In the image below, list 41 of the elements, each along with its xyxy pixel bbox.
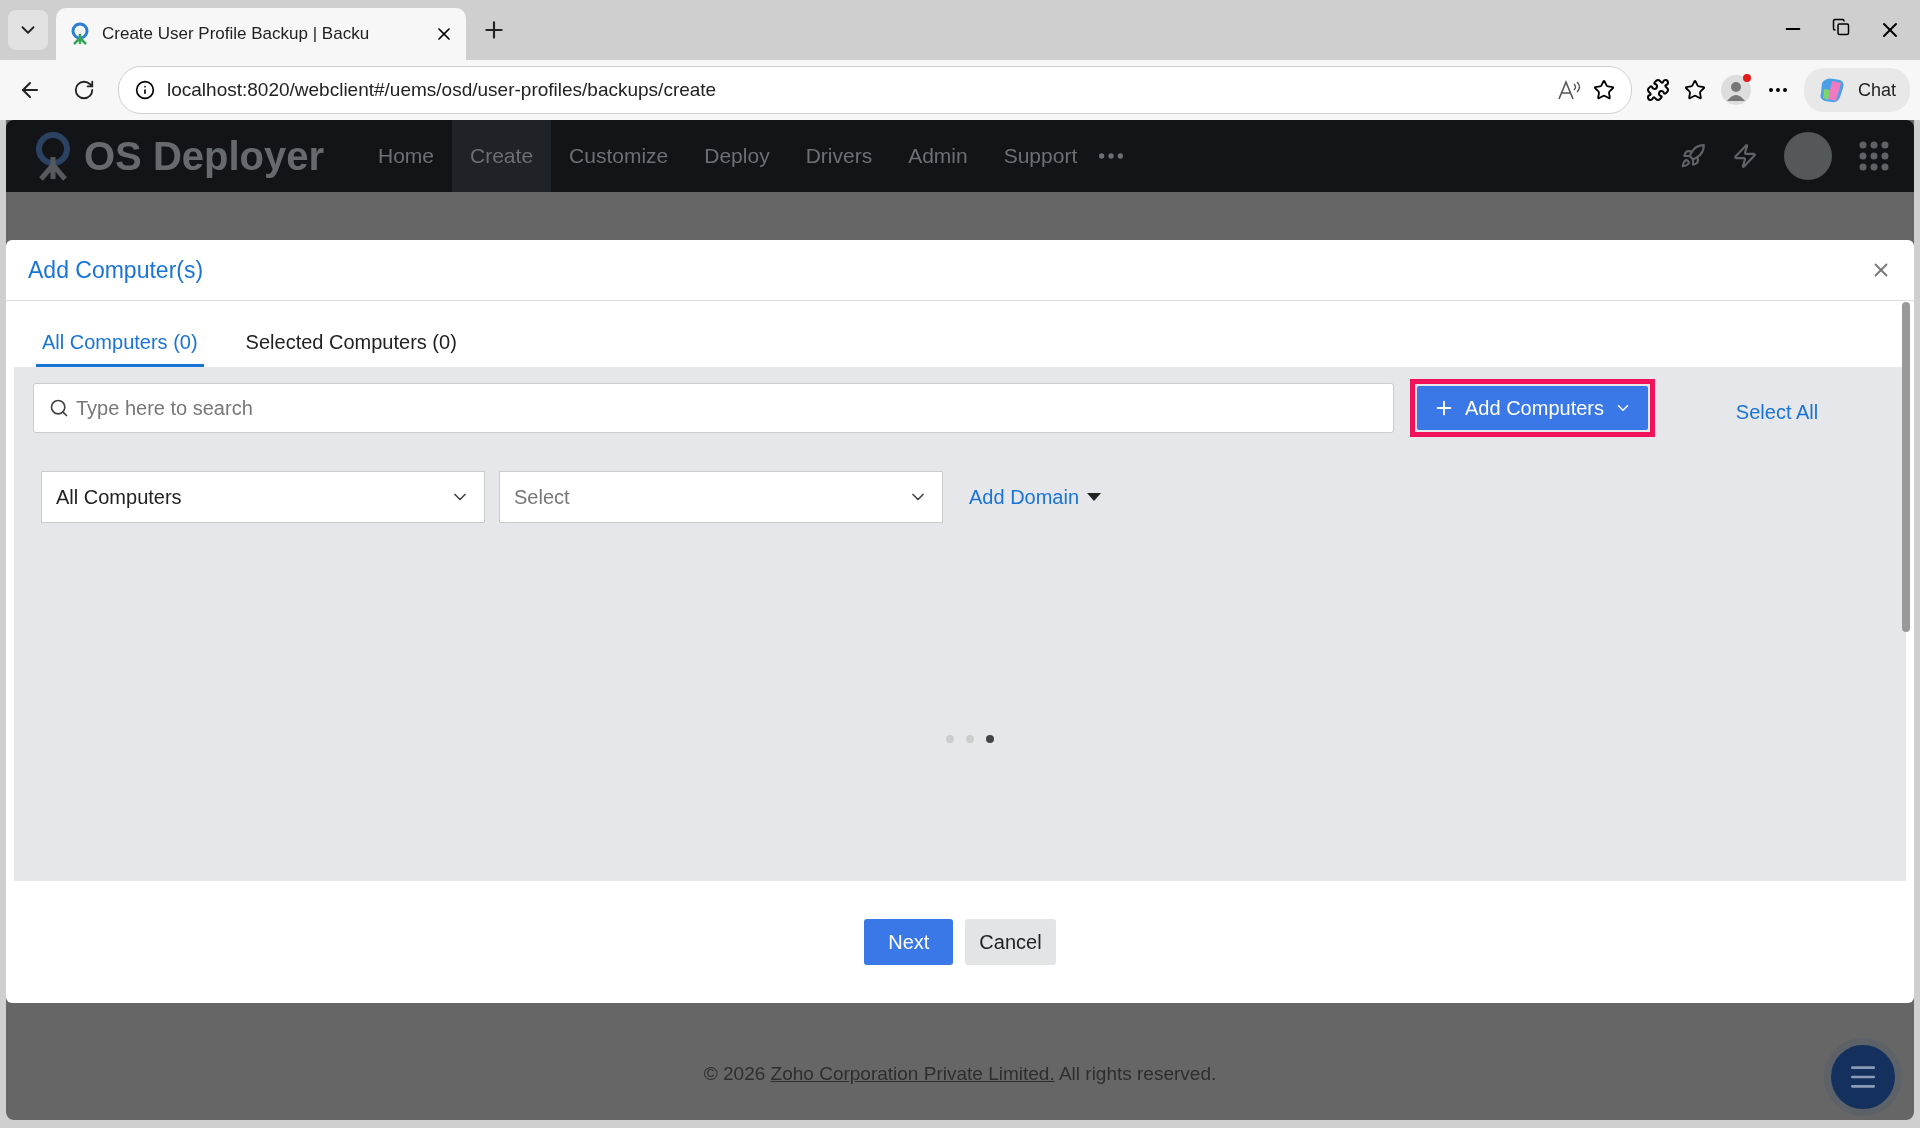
loading-dots — [946, 735, 994, 743]
scrollbar[interactable] — [1902, 302, 1910, 632]
copyright-text: © 2026 Zoho Corporation Private Limited. All rights reserved. — [703, 1062, 1217, 1085]
company-link[interactable]: Zoho Corporation Private Limited. — [770, 1062, 1055, 1084]
star-icon[interactable] — [1592, 79, 1615, 101]
caret-icon — [1087, 493, 1102, 501]
chat-button[interactable]: Chat — [1803, 68, 1910, 112]
tab-list-button[interactable] — [8, 10, 48, 50]
add-domain-link[interactable]: Add Domain — [969, 485, 1102, 509]
nav-item[interactable]: Home — [360, 120, 453, 192]
app-logo[interactable]: OS Deployer — [30, 131, 360, 181]
url-text: localhost:8020/webclient#/uems/osd/user-profiles/backups/create — [167, 79, 718, 101]
profile-icon[interactable] — [1719, 74, 1752, 106]
read-aloud-icon[interactable] — [1556, 79, 1581, 101]
nav-item[interactable]: Support — [985, 120, 1096, 192]
reload-icon — [73, 79, 95, 101]
select-all-link[interactable]: Select All — [1735, 400, 1819, 424]
apps-grid-icon[interactable] — [1858, 140, 1890, 172]
nav-item[interactable]: Customize — [551, 120, 687, 192]
nav-item[interactable]: Admin — [890, 120, 986, 192]
browser-tab[interactable]: Create User Profile Backup | Backu — [56, 8, 466, 60]
address-bar[interactable]: localhost:8020/webclient#/uems/osd/user-profiles/backups/create — [118, 66, 1632, 114]
nav-item[interactable]: Create — [452, 120, 552, 192]
extensions-icon[interactable] — [1645, 78, 1670, 102]
info-icon — [135, 80, 155, 100]
dialog-title: Add Computer(s) — [28, 256, 204, 284]
favorites-icon[interactable] — [1683, 79, 1706, 101]
avatar[interactable] — [1784, 132, 1832, 180]
dropdown[interactable]: All Computers — [41, 471, 485, 523]
lightning-icon[interactable] — [1732, 143, 1758, 169]
nav-item[interactable]: Deploy — [686, 120, 788, 192]
cancel-button[interactable]: Cancel — [965, 919, 1056, 965]
search-icon — [49, 398, 69, 418]
tab[interactable]: Selected Computers (0) — [239, 331, 463, 367]
rocket-icon[interactable] — [1680, 143, 1706, 169]
nav-item[interactable]: Drivers — [787, 120, 891, 192]
dropdown[interactable]: Select — [499, 471, 943, 523]
next-button[interactable]: Next — [864, 919, 954, 965]
search-field[interactable]: Type here to search — [33, 383, 1395, 433]
tab-title: Create User Profile Backup | Backu — [102, 24, 371, 44]
add-computers-button[interactable]: Add Computers — [1417, 386, 1648, 430]
